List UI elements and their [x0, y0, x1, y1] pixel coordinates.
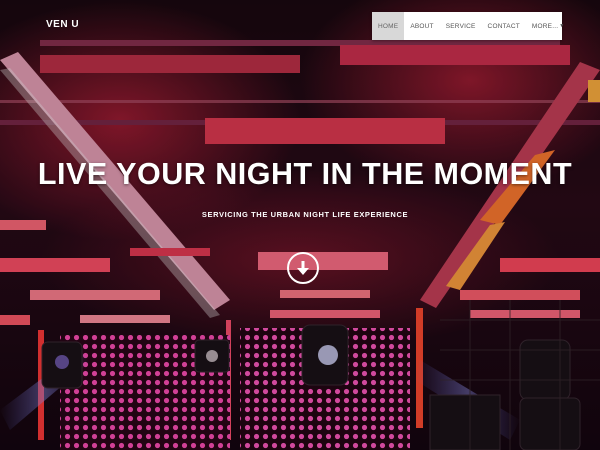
hero-subtitle: SERVICING THE URBAN NIGHT LIFE EXPERIENC…: [201, 210, 409, 219]
hero-section: VEN U HOME ABOUT SERVICE CONTACT MORE...…: [0, 0, 600, 450]
nav-item-more-label: MORE...: [531, 22, 559, 30]
nav-item-service[interactable]: SERVICE: [440, 12, 482, 40]
scroll-down-button[interactable]: [287, 252, 319, 284]
nav-item-contact[interactable]: CONTACT: [482, 12, 526, 40]
brand-logo[interactable]: VEN U: [46, 19, 79, 30]
caret-down-icon: ▼: [559, 23, 565, 29]
arrow-down-icon: [297, 261, 309, 275]
nightclub-background-image: [0, 0, 600, 450]
nav-item-home[interactable]: HOME: [372, 12, 405, 40]
nav-item-more-dropdown[interactable]: MORE... ▼: [526, 12, 570, 40]
hero-title: LIVE YOUR NIGHT IN THE MOMENT: [37, 157, 573, 191]
nav-item-about[interactable]: ABOUT: [404, 12, 439, 40]
main-navigation: HOME ABOUT SERVICE CONTACT MORE... ▼: [372, 12, 564, 40]
